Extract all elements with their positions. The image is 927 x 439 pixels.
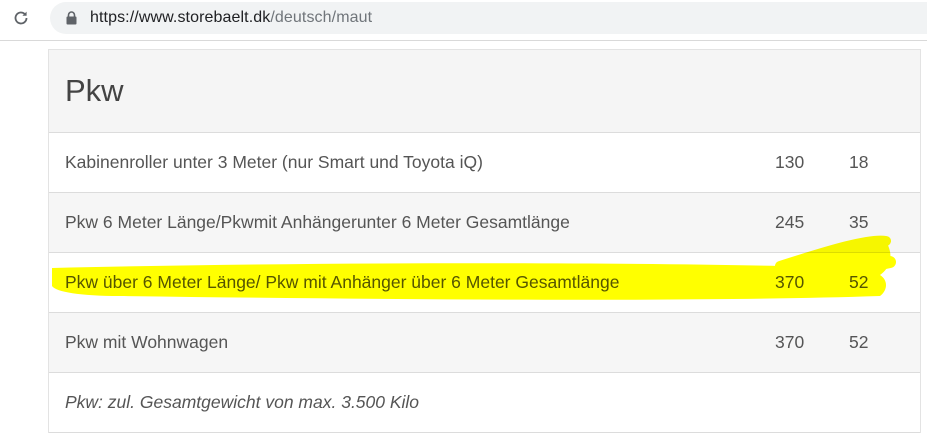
address-bar[interactable]: https://www.storebaelt.dk/deutsch/maut: [50, 2, 927, 34]
lock-icon: [64, 10, 78, 26]
table-note-row: Pkw: zul. Gesamtgewicht von max. 3.500 K…: [49, 373, 920, 433]
url-text[interactable]: https://www.storebaelt.dk/deutsch/maut: [90, 9, 372, 27]
table-heading: Pkw: [65, 73, 124, 108]
url-host: https://www.storebaelt.dk: [90, 9, 271, 26]
row-label: Pkw mit Wohnwagen: [65, 332, 229, 352]
row-value-2: 52: [849, 332, 869, 352]
row-value-2: 52: [849, 272, 869, 292]
row-value-1: 370: [775, 272, 805, 292]
table-row: Kabinenroller unter 3 Meter (nur Smart u…: [49, 133, 920, 193]
toll-table: Pkw Kabinenroller unter 3 Meter (nur Sma…: [48, 49, 921, 433]
row-label: Pkw über 6 Meter Länge/ Pkw mit Anhänger…: [65, 272, 620, 292]
row-value-1: 370: [775, 332, 805, 352]
row-label: Kabinenroller unter 3 Meter (nur Smart u…: [65, 152, 483, 172]
table-row-highlighted: Pkw über 6 Meter Länge/ Pkw mit Anhänger…: [49, 253, 920, 313]
page-content: Pkw Kabinenroller unter 3 Meter (nur Sma…: [0, 41, 927, 439]
table-row: Pkw mit Wohnwagen 370 52: [49, 313, 920, 373]
table-row: Pkw 6 Meter Länge/Pkwmit Anhängerunter 6…: [49, 193, 920, 253]
url-path: /deutsch/maut: [270, 9, 373, 26]
row-label: Pkw 6 Meter Länge/Pkwmit Anhängerunter 6…: [65, 212, 570, 232]
row-value-2: 35: [849, 212, 869, 232]
row-value-1: 130: [775, 152, 805, 172]
row-value-1: 245: [775, 212, 805, 232]
table-heading-row: Pkw: [49, 50, 920, 133]
row-value-2: 18: [849, 152, 869, 172]
table-note: Pkw: zul. Gesamtgewicht von max. 3.500 K…: [65, 392, 420, 412]
reload-icon[interactable]: [10, 7, 32, 29]
browser-toolbar: https://www.storebaelt.dk/deutsch/maut: [0, 0, 927, 41]
